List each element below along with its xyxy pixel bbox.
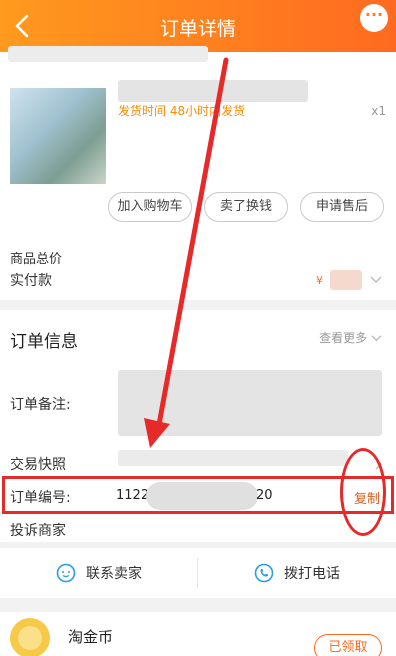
quantity-text: x1 — [371, 104, 386, 118]
page-title: 订单详情 — [159, 18, 236, 40]
add-to-cart-button[interactable]: 加入购物车 — [108, 192, 192, 222]
total-price-label: 商品总价 — [10, 252, 63, 267]
copy-highlight-circle — [340, 448, 386, 536]
snapshot-label: 交易快照 — [10, 457, 66, 473]
view-more-label: 查看更多 — [319, 331, 368, 345]
complaint-label[interactable]: 投诉商家 — [10, 520, 66, 540]
more-menu-icon[interactable]: ··· — [360, 4, 388, 32]
currency-symbol: ¥ — [316, 274, 323, 287]
paid-amount-label: 实付款 — [10, 273, 52, 289]
order-remark-blurred — [118, 370, 382, 436]
resell-button[interactable]: 卖了换钱 — [204, 192, 288, 222]
snapshot-blurred — [118, 450, 348, 466]
after-sales-button[interactable]: 申请售后 — [300, 192, 384, 222]
chat-bubble-icon — [56, 563, 76, 583]
chevron-down-icon — [371, 335, 382, 342]
view-more-link[interactable]: 查看更多 — [319, 329, 382, 346]
claimed-button[interactable]: 已领取 — [314, 634, 382, 656]
chevron-down-icon[interactable] — [370, 274, 382, 286]
call-button[interactable]: 拨打电话 — [198, 548, 396, 598]
top-nav-bar: 订单详情 ··· — [0, 0, 396, 52]
contact-seller-button[interactable]: 联系卖家 — [0, 548, 198, 598]
order-info-title: 订单信息 — [10, 332, 78, 352]
contact-seller-label: 联系卖家 — [86, 566, 142, 582]
price-summary: 商品总价 实付款 ¥ — [0, 234, 396, 300]
product-card: 发货时间 48小时内发货 x1 加入购物车 卖了换钱 申请售后 — [0, 46, 396, 234]
product-thumbnail[interactable] — [10, 88, 106, 184]
call-label: 拨打电话 — [284, 566, 340, 582]
ship-time-text: 发货时间 48小时内发货 — [118, 104, 246, 118]
gold-coin-icon — [10, 618, 50, 656]
product-title-blurred — [118, 80, 308, 102]
phone-icon — [254, 563, 274, 583]
shop-name-blurred — [8, 46, 208, 62]
order-number-highlight-box — [2, 476, 394, 514]
order-remark-label: 订单备注: — [10, 397, 71, 413]
contact-action-bar: 联系卖家 拨打电话 — [0, 548, 396, 598]
paid-amount-blurred — [330, 270, 362, 290]
coins-label: 淘金币 — [68, 628, 114, 646]
